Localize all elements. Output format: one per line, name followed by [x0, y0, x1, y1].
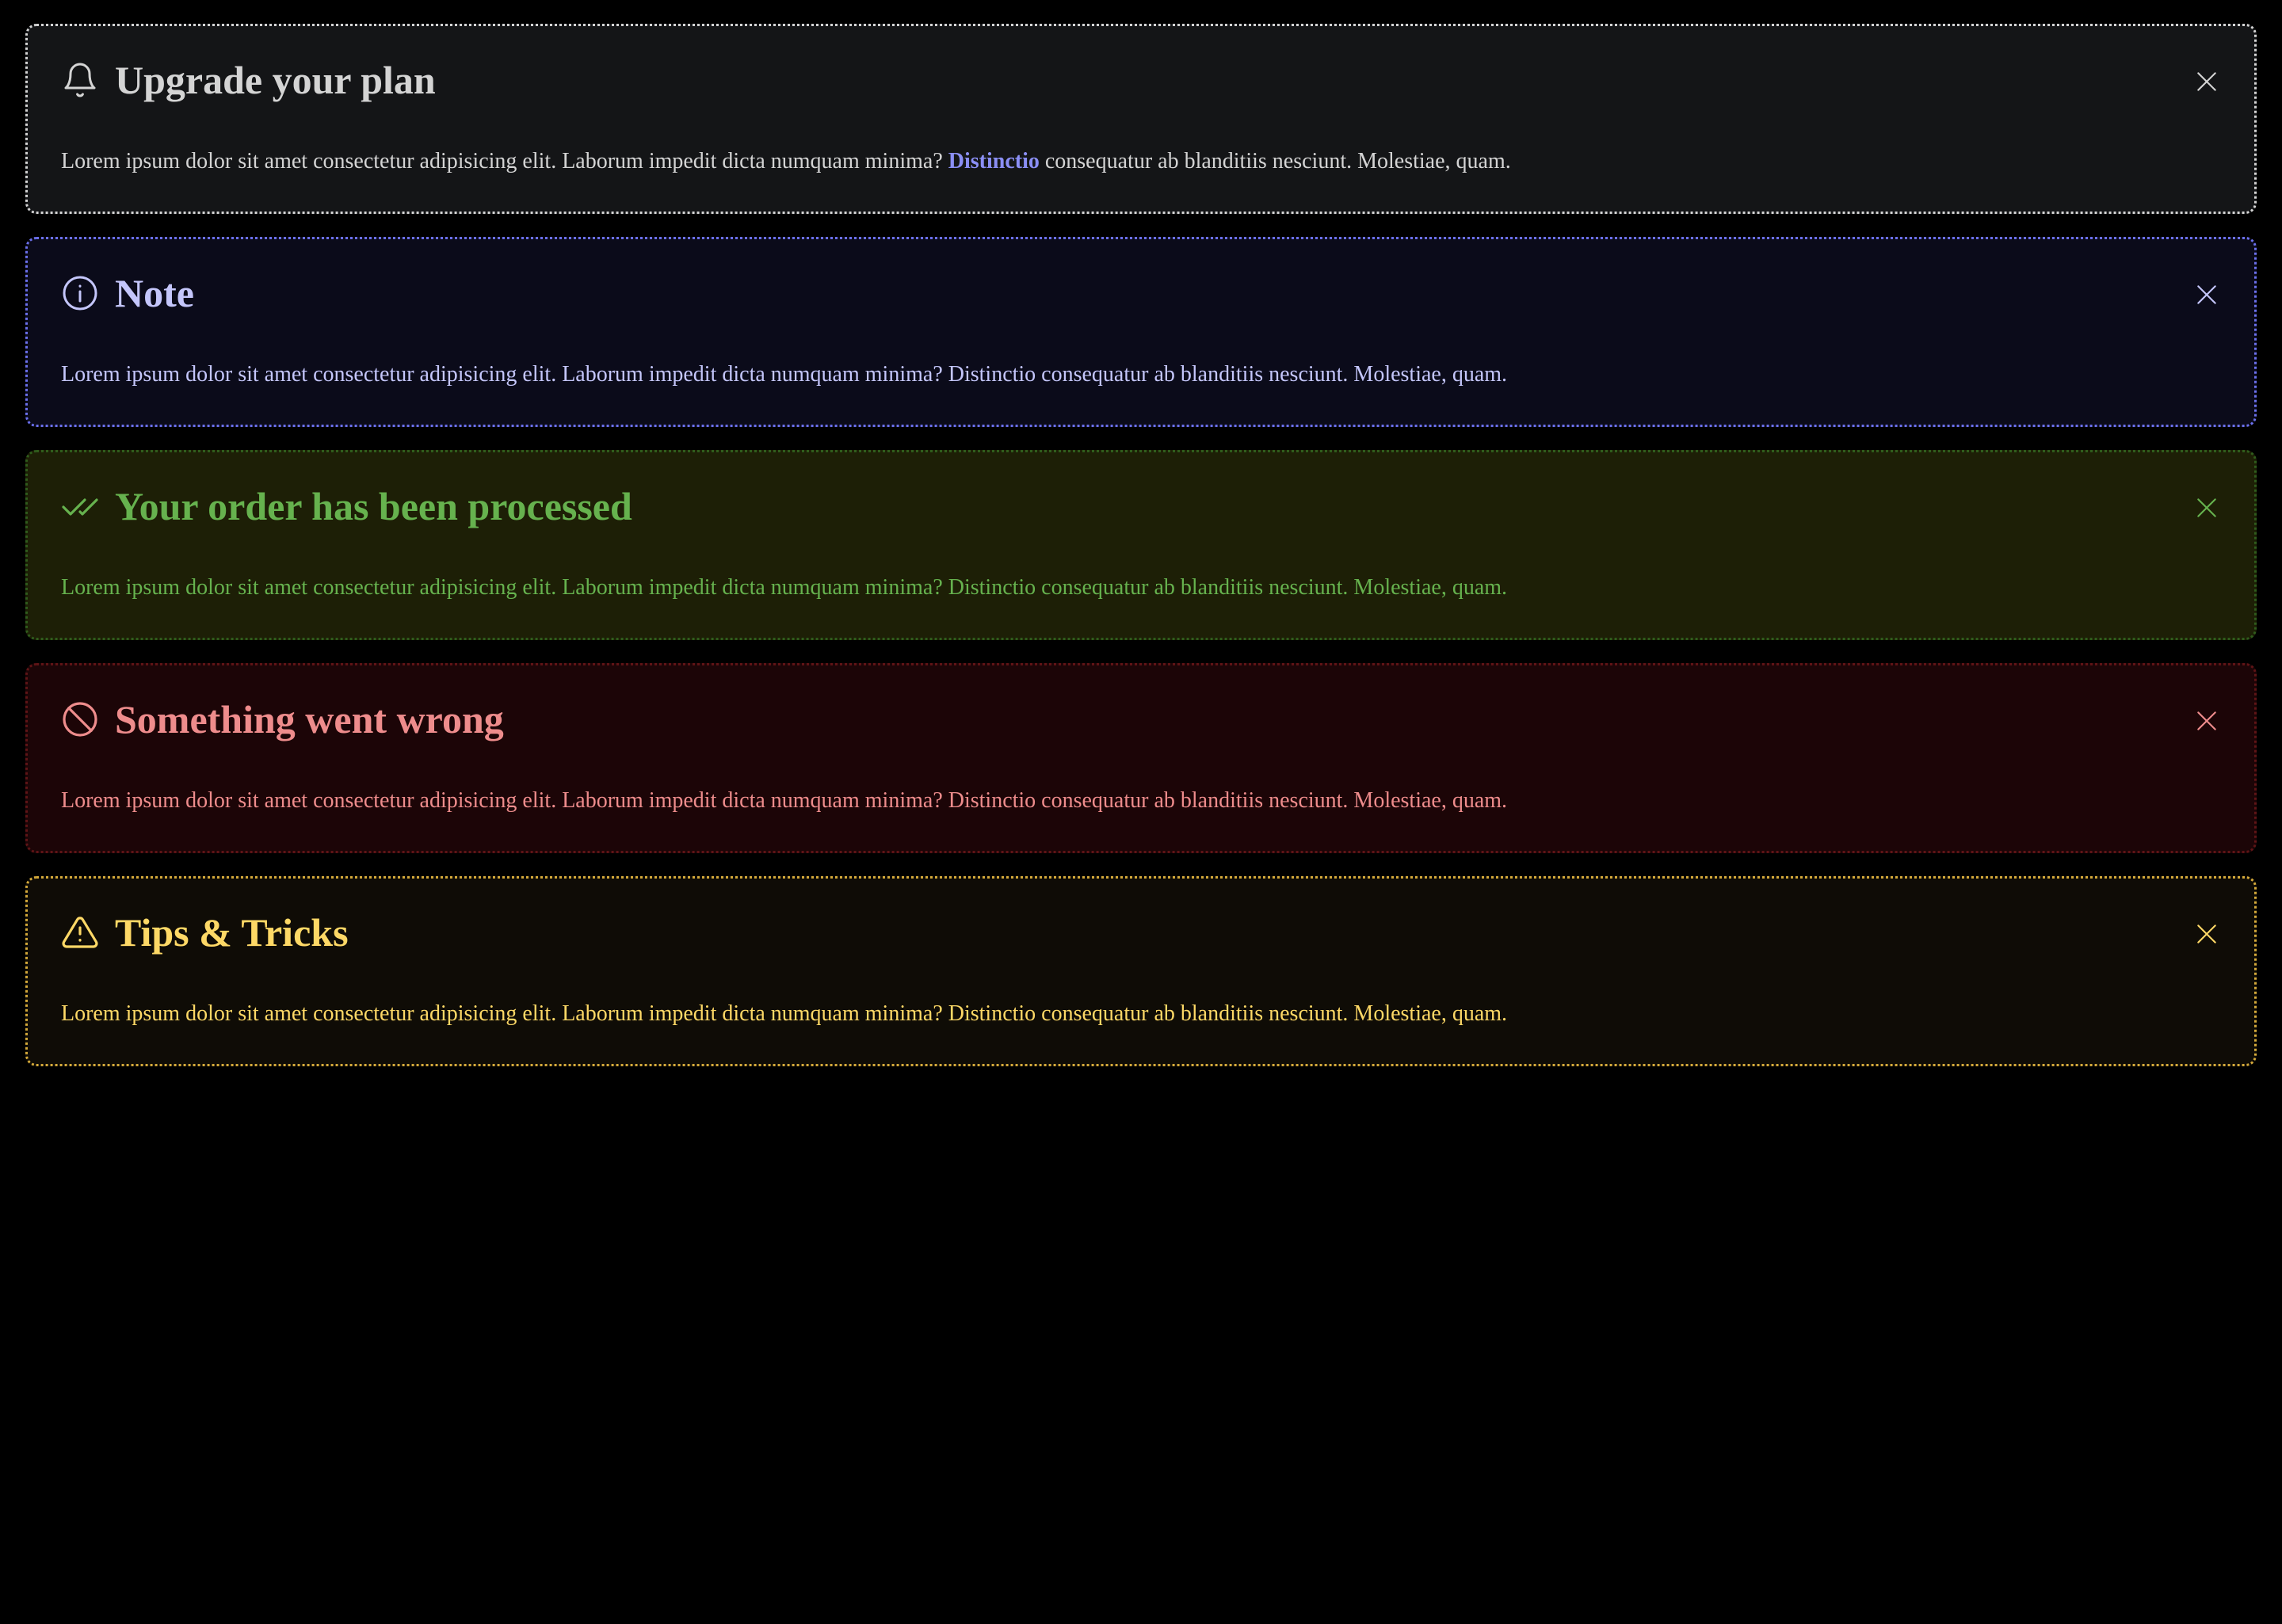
alert-message: Lorem ipsum dolor sit amet consectetur a… [61, 1001, 1508, 1026]
alert-message-text: Lorem ipsum dolor sit amet consectetur a… [61, 149, 943, 173]
close-icon[interactable] [2194, 708, 2219, 734]
alert-title: Note [115, 271, 194, 315]
alert-header: Upgrade your plan [61, 58, 436, 102]
alert-title: Upgrade your plan [115, 58, 436, 102]
alert-order-processed: Your order has been processed Lorem ipsu… [25, 450, 2257, 640]
close-icon[interactable] [2194, 282, 2219, 307]
alert-note: Note Lorem ipsum dolor sit amet consecte… [25, 237, 2257, 427]
alert-title: Your order has been processed [115, 484, 632, 528]
alert-message: Lorem ipsum dolor sit amet consectetur a… [61, 362, 1508, 387]
alert-message: Lorem ipsum dolor sit amet consectetur a… [61, 146, 1511, 177]
alert-list: Upgrade your plan Lorem ipsum dolor sit … [25, 24, 2257, 1089]
bell-icon [61, 61, 99, 99]
distinctio-link[interactable]: Distinctio [948, 149, 1040, 173]
alert-header: Something went wrong [61, 697, 504, 741]
alert-title: Tips & Tricks [115, 910, 349, 955]
alert-header: Tips & Tricks [61, 910, 349, 955]
alert-header: Your order has been processed [61, 484, 632, 528]
warning-triangle-icon [61, 913, 99, 951]
alert-upgrade-plan: Upgrade your plan Lorem ipsum dolor sit … [25, 24, 2257, 214]
alert-message-text-end: consequatur ab blanditiis nesciunt. Mole… [1044, 149, 1511, 173]
alert-title: Something went wrong [115, 697, 504, 741]
close-icon[interactable] [2194, 921, 2219, 947]
info-icon [61, 274, 99, 312]
alert-error: Something went wrong Lorem ipsum dolor s… [25, 663, 2257, 853]
alert-message: Lorem ipsum dolor sit amet consectetur a… [61, 788, 1508, 813]
alert-message: Lorem ipsum dolor sit amet consectetur a… [61, 575, 1508, 600]
alert-header: Note [61, 271, 194, 315]
ban-icon [61, 700, 99, 738]
alert-tips: Tips & Tricks Lorem ipsum dolor sit amet… [25, 876, 2257, 1066]
close-icon[interactable] [2194, 495, 2219, 520]
double-check-icon [61, 487, 99, 525]
close-icon[interactable] [2194, 69, 2219, 94]
